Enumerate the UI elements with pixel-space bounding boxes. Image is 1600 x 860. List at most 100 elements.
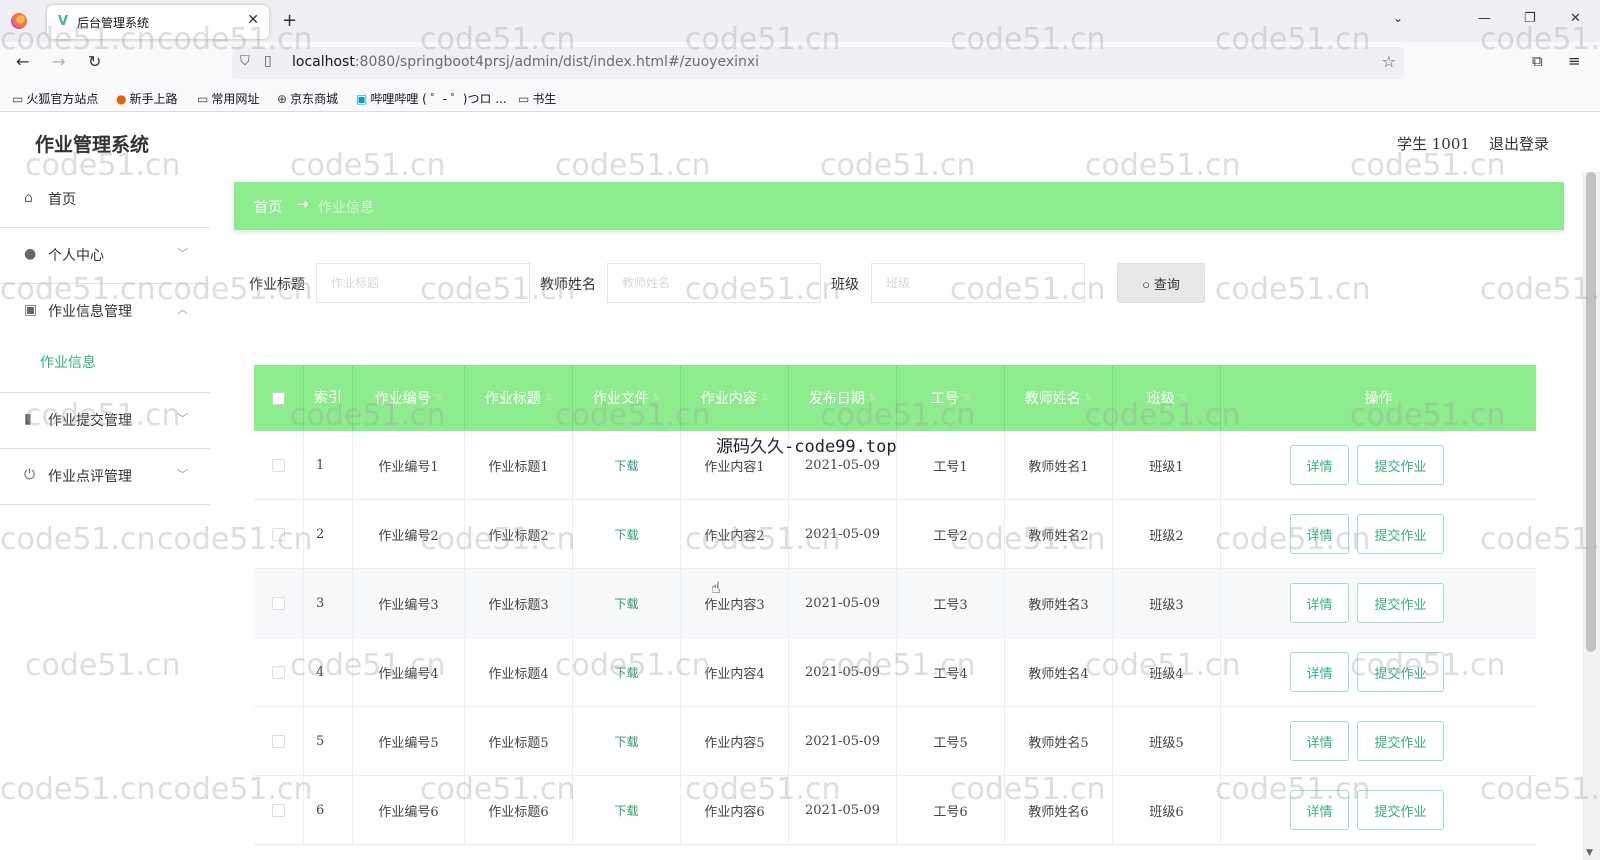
page-scrollbar[interactable]: ▼ [1582, 172, 1600, 860]
cell-title: 作业标题2 [465, 500, 573, 568]
sort-icon[interactable]: ⇅ [545, 393, 553, 403]
row-checkbox[interactable] [272, 734, 285, 748]
forward-icon[interactable]: → [52, 52, 65, 71]
chevron-down-icon[interactable]: ⌄ [1393, 11, 1403, 25]
restore-icon[interactable]: ❐ [1524, 11, 1536, 26]
home-icon: ⌂ [24, 190, 33, 206]
header-title[interactable]: 作业标题 ⇅ [465, 365, 573, 431]
row-checkbox[interactable] [272, 803, 285, 817]
submit-homework-button[interactable]: 提交作业 [1357, 514, 1444, 554]
chevron-down-icon: ﹀ [177, 247, 188, 260]
sort-icon[interactable]: ⇅ [653, 393, 661, 403]
reload-icon[interactable]: ↻ [88, 52, 101, 71]
cell-actions: 详情 提交作业 [1221, 500, 1536, 568]
cell-date: 2021-05-09 [789, 500, 897, 568]
back-icon[interactable]: ← [16, 52, 29, 71]
scrollbar-thumb[interactable] [1586, 172, 1596, 652]
breadcrumb-home[interactable]: 首页 [254, 197, 282, 217]
sort-icon[interactable]: ⇅ [435, 393, 443, 403]
row-checkbox[interactable] [272, 596, 285, 610]
submit-homework-button[interactable]: 提交作业 [1357, 790, 1444, 830]
scroll-down-icon[interactable]: ▼ [1586, 848, 1593, 858]
chevron-down-icon: ﹀ [177, 468, 188, 481]
close-tab-icon[interactable]: ✕ [247, 12, 259, 28]
browser-tab[interactable]: V 后台管理系统 ✕ [47, 5, 269, 39]
detail-button[interactable]: 详情 [1290, 583, 1349, 623]
header-staff-no[interactable]: 工号 ⇅ [897, 365, 1005, 431]
new-tab-icon[interactable]: + [282, 10, 297, 31]
search-button-label: 查询 [1153, 276, 1180, 292]
header-teacher[interactable]: 教师姓名 ⇅ [1005, 365, 1113, 431]
url-text[interactable]: localhost:8080/springboot4prsj/admin/dis… [292, 54, 759, 70]
title-search-input[interactable] [316, 263, 530, 303]
header-file[interactable]: 作业文件 ⇅ [573, 365, 681, 431]
row-checkbox[interactable] [272, 665, 285, 679]
bookmark-item[interactable]: ⊕ 京东商城 [277, 90, 338, 107]
download-link[interactable]: 下载 [614, 526, 638, 543]
extensions-icon[interactable]: ⧉ [1532, 52, 1543, 70]
breadcrumb-current: 作业信息 [318, 200, 374, 216]
row-checkbox[interactable] [272, 527, 285, 541]
submit-homework-button[interactable]: 提交作业 [1357, 445, 1444, 485]
header-code[interactable]: 作业编号 ⇅ [353, 365, 465, 431]
teacher-search-input[interactable] [607, 263, 821, 303]
sidebar-item-homework-info[interactable]: ▣ 作业信息管理 ︿ [0, 284, 210, 340]
detail-button[interactable]: 详情 [1290, 514, 1349, 554]
cell-cls: 班级1 [1113, 431, 1221, 499]
sort-icon[interactable]: ⇅ [761, 393, 769, 403]
clipboard-icon: ▣ [24, 302, 38, 318]
cell-date: 2021-05-09 [789, 707, 897, 775]
download-link[interactable]: 下载 [614, 595, 638, 612]
sort-icon[interactable]: ⇅ [1085, 393, 1093, 403]
url-bar[interactable]: ⛉ ▯ localhost:8080/springboot4prsj/admin… [232, 47, 1404, 79]
download-link[interactable]: 下载 [614, 802, 638, 819]
bookmark-item[interactable]: ▭ 常用网址 [197, 90, 259, 107]
table-row: 2 作业编号2 作业标题2 下载 作业内容2 2021-05-09 工号2 教师姓名2 班级2 详… [254, 500, 1536, 569]
sidebar-item-submission[interactable]: ▮ 作业提交管理 ﹀ [0, 393, 210, 449]
cell-file: 下载 [573, 569, 681, 637]
download-link[interactable]: 下载 [614, 664, 638, 681]
header-content[interactable]: 作业内容 ⇅ [681, 365, 789, 431]
sort-icon[interactable]: ⇅ [1179, 393, 1187, 403]
menu-icon[interactable]: ≡ [1568, 52, 1581, 70]
header-date[interactable]: 发布日期 ⇅ [789, 365, 897, 431]
sort-icon[interactable]: ⇅ [963, 393, 971, 403]
logout-link[interactable]: 退出登录 [1489, 133, 1549, 154]
sidebar-subitem-homework-info[interactable]: 作业信息 [40, 352, 96, 372]
bookmark-item[interactable]: ▭ 火狐官方站点 [12, 90, 98, 107]
sidebar-item-profile[interactable]: ● 个人中心 ﹀ [0, 228, 210, 284]
download-link[interactable]: 下载 [614, 457, 638, 474]
cell-index: 3 [304, 569, 353, 637]
cell-teacher: 教师姓名3 [1005, 569, 1113, 637]
detail-button[interactable]: 详情 [1290, 445, 1349, 485]
sidebar-item-review[interactable]: ⏻ 作业点评管理 ﹀ [0, 449, 210, 505]
cell-title: 作业标题6 [465, 776, 573, 844]
detail-button[interactable]: 详情 [1290, 721, 1349, 761]
cell-staff: 工号5 [897, 707, 1005, 775]
class-search-input[interactable] [871, 263, 1085, 303]
submit-homework-button[interactable]: 提交作业 [1357, 583, 1444, 623]
minimize-icon[interactable]: — [1478, 11, 1491, 26]
bookmark-item[interactable]: ● 新手上路 [116, 90, 178, 107]
detail-button[interactable]: 详情 [1290, 790, 1349, 830]
bookmark-star-icon[interactable]: ☆ [1382, 52, 1396, 71]
bookmark-item[interactable]: ▣ 哔哩哔哩 ( ゜- ゜)つロ ... [356, 90, 507, 107]
sort-icon[interactable]: ⇅ [869, 393, 877, 403]
header-class[interactable]: 班级 ⇅ [1113, 365, 1221, 431]
download-link[interactable]: 下载 [614, 733, 638, 750]
select-all-checkbox[interactable] [272, 391, 285, 405]
sidebar-item-home[interactable]: ⌂ 首页 [0, 172, 210, 228]
sidebar-item-label: 个人中心 [48, 248, 104, 264]
window-close-icon[interactable]: ✕ [1570, 11, 1581, 26]
search-button[interactable]: ○ 查询 [1117, 263, 1205, 303]
table-body: 1 作业编号1 作业标题1 下载 作业内容1 2021-05-09 工号1 教师姓名1 班级1 详… [254, 431, 1536, 845]
submit-homework-button[interactable]: 提交作业 [1357, 721, 1444, 761]
detail-button[interactable]: 详情 [1290, 652, 1349, 692]
header-select-all[interactable] [254, 365, 304, 431]
bookmark-item[interactable]: ▭ 书生 [518, 90, 556, 107]
row-checkbox[interactable] [272, 458, 285, 472]
cell-file: 下载 [573, 638, 681, 706]
header-label: 作业文件 [592, 391, 649, 407]
submit-homework-button[interactable]: 提交作业 [1357, 652, 1444, 692]
cell-index: 5 [304, 707, 353, 775]
